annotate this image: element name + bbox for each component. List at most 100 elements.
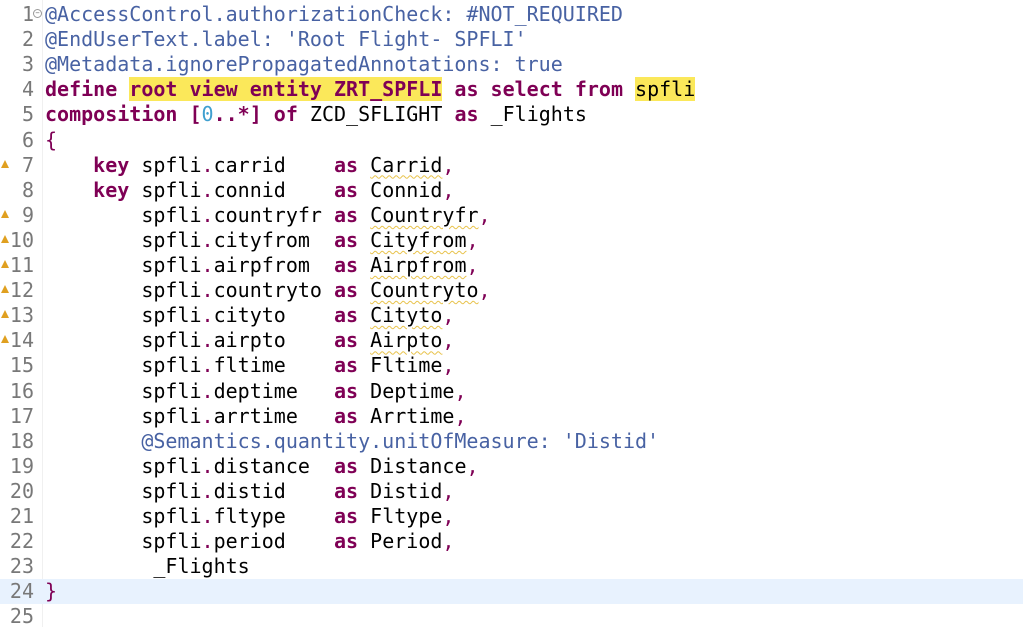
code-line[interactable]: 4 define root view entity ZRT_SPFLI as se…: [0, 77, 1023, 102]
code-token: 0: [201, 102, 214, 127]
code-token: distid: [213, 478, 335, 503]
code-token: cityto: [213, 303, 335, 328]
code-line[interactable]: 21 spfli.fltype as Fltype,: [0, 504, 1023, 529]
code-line[interactable]: 18 @Semantics.quantity.unitOfMeasure: 'D…: [0, 429, 1023, 454]
code-line[interactable]: 11 spfli.airpfrom as Airpfrom,: [0, 253, 1023, 278]
code-line[interactable]: 9 spfli.countryfr as Countryfr,: [0, 203, 1023, 228]
code-token: Airpfrom: [370, 253, 467, 277]
code-text: spfli.distance as Distance,: [45, 453, 478, 479]
code-token: }: [45, 579, 58, 604]
code-token: {: [45, 127, 58, 152]
code-token: as: [334, 378, 359, 403]
line-number: 15: [9, 353, 34, 378]
code-editor[interactable]: 1− @AccessControl.authorizationCheck: #NO…: [0, 0, 1023, 629]
code-text: spfli.arrtime as Arrtime,: [45, 404, 466, 429]
code-token: Cityto: [370, 303, 443, 328]
code-line[interactable]: 12 spfli.countryto as Countryto,: [0, 278, 1023, 303]
code-token: as: [334, 152, 359, 177]
code-line[interactable]: 25: [0, 604, 1023, 629]
code-token: Fltype: [358, 504, 443, 528]
code-token: distance: [213, 453, 335, 478]
line-number: 23: [9, 554, 34, 579]
code-line[interactable]: 8 key spfli.connid as Connid,: [0, 178, 1023, 203]
code-text: spfli.airpto as Airpto,: [45, 328, 454, 353]
code-line[interactable]: 3 @Metadata.ignorePropagatedAnnotations: …: [0, 52, 1023, 77]
code-token: .: [201, 403, 214, 428]
line-number: 13: [9, 303, 34, 328]
code-token: .: [201, 177, 214, 202]
code-line[interactable]: 2 @EndUserText.label: 'Root Flight- SPFLI…: [0, 27, 1023, 52]
code-token: .: [201, 152, 214, 177]
code-token: ,: [442, 353, 455, 378]
code-token: define: [45, 77, 118, 102]
code-token: spfli: [45, 403, 202, 428]
code-line[interactable]: 19 spfli.distance as Distance,: [0, 454, 1023, 479]
code-line[interactable]: 13 spfli.cityto as Cityto,: [0, 303, 1023, 328]
line-number: 25: [9, 604, 34, 629]
code-token: .: [201, 353, 214, 378]
code-text: spfli.period as Period,: [45, 529, 454, 554]
line-number: 7: [21, 152, 34, 177]
code-line[interactable]: 6{: [0, 128, 1023, 153]
line-number: 5: [21, 102, 34, 127]
line-number: 21: [9, 504, 34, 528]
code-token: as: [334, 177, 359, 202]
code-text: spfli.deptime as Deptime,: [45, 379, 466, 404]
code-token: key: [45, 152, 130, 177]
code-token: ..*] of: [213, 102, 298, 127]
code-text: {: [45, 128, 57, 153]
code-text: }: [45, 579, 57, 604]
fold-collapse-icon[interactable]: −: [33, 9, 42, 18]
code-token: .: [201, 202, 214, 227]
code-line[interactable]: 5 composition [0..*] of ZCD_SFLIGHT as _F…: [0, 102, 1023, 127]
code-text: key spfli.connid as Connid,: [45, 178, 454, 203]
code-token: _Flights: [478, 102, 587, 127]
code-line[interactable]: 15 spfli.fltime as Fltime,: [0, 353, 1023, 378]
code-line[interactable]: 22 spfli.period as Period,: [0, 529, 1023, 554]
code-token: Countryfr: [370, 202, 479, 227]
code-token: cityfrom: [213, 227, 335, 252]
code-token: as: [334, 227, 359, 252]
code-token: ,: [454, 378, 467, 403]
code-text: spfli.fltype as Fltype,: [45, 504, 454, 529]
code-token: as: [334, 453, 359, 478]
code-token: .: [201, 253, 214, 277]
code-token: as: [334, 478, 359, 503]
code-token: spfli: [45, 202, 202, 227]
code-token: as: [334, 278, 359, 303]
code-line[interactable]: 24}: [0, 579, 1023, 605]
code-line[interactable]: 7 key spfli.carrid as Carrid,: [0, 153, 1023, 178]
code-token: as: [334, 353, 359, 378]
code-line[interactable]: 10 spfli.cityfrom as Cityfrom,: [0, 228, 1023, 253]
code-line[interactable]: 17 spfli.arrtime as Arrtime,: [0, 404, 1023, 429]
code-token: as: [334, 504, 359, 528]
code-token: Arrtime: [358, 403, 455, 428]
code-line[interactable]: 16 spfli.deptime as Deptime,: [0, 379, 1023, 404]
code-token: Fltime: [358, 353, 443, 378]
code-token: Distid: [358, 478, 443, 503]
code-token: as: [334, 202, 359, 227]
code-line[interactable]: 14 spfli.airpto as Airpto,: [0, 328, 1023, 353]
code-token: fltime: [213, 353, 335, 378]
code-token: spfli: [45, 353, 202, 378]
code-token: ,: [442, 478, 455, 503]
code-line[interactable]: 20 spfli.distid as Distid,: [0, 479, 1023, 504]
code-token: ,: [442, 303, 455, 328]
code-token: as: [334, 403, 359, 428]
code-token: .: [201, 303, 214, 328]
code-token: countryto: [213, 278, 335, 303]
code-text: @AccessControl.authorizationCheck: #NOT_…: [45, 2, 623, 27]
code-line[interactable]: 23 _Flights: [0, 554, 1023, 579]
code-text: spfli.countryto as Countryto,: [45, 278, 490, 303]
code-line[interactable]: 1− @AccessControl.authorizationCheck: #NO…: [0, 2, 1023, 27]
code-token: as: [334, 303, 359, 328]
code-token: Countryto: [370, 278, 479, 303]
